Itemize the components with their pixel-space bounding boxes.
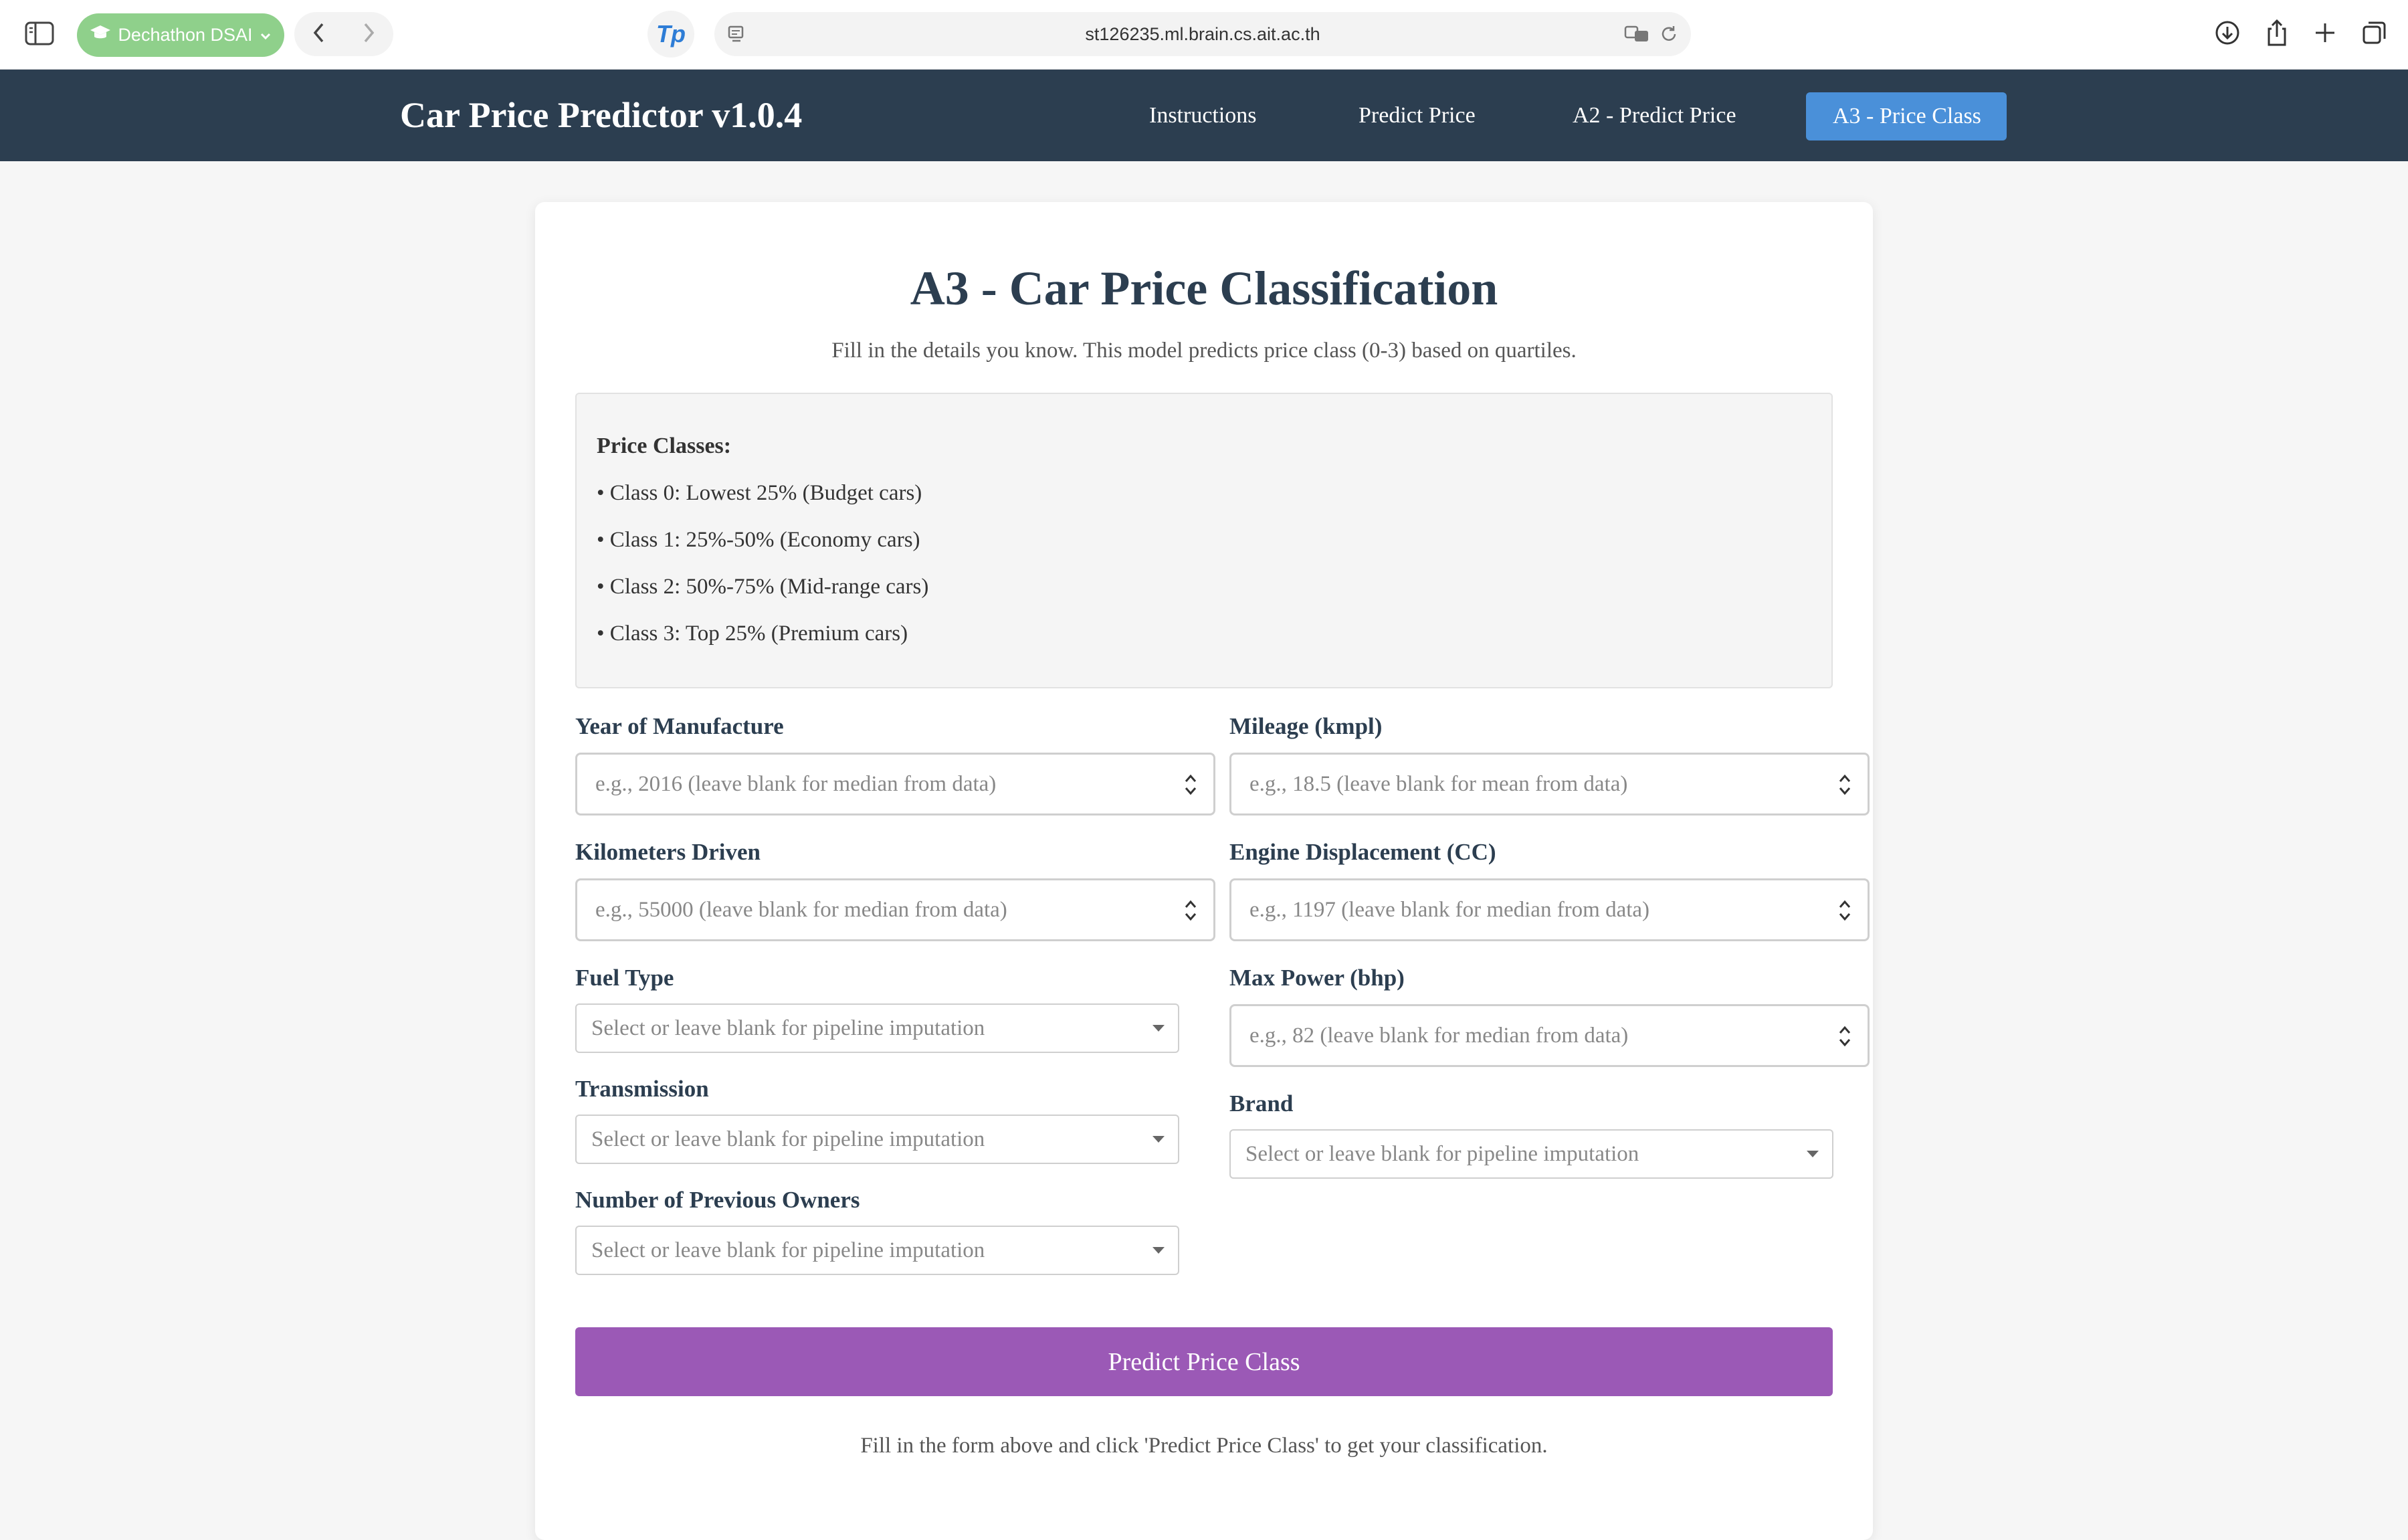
fuel-placeholder: Select or leave blank for pipeline imput… bbox=[591, 1016, 985, 1040]
km-input[interactable]: e.g., 55000 (leave blank for median from… bbox=[575, 878, 1215, 941]
power-label: Max Power (bhp) bbox=[1229, 965, 1405, 991]
km-label: Kilometers Driven bbox=[575, 839, 761, 865]
graduation-cap-icon bbox=[90, 24, 111, 46]
page-subtitle: Fill in the details you know. This model… bbox=[831, 339, 1577, 363]
engine-input[interactable]: e.g., 1197 (leave blank for median from … bbox=[1229, 878, 1870, 941]
stepper-icon[interactable] bbox=[1837, 1024, 1853, 1049]
dropdown-caret-icon bbox=[1807, 1151, 1819, 1157]
brand-select[interactable]: Select or leave blank for pipeline imput… bbox=[1229, 1129, 1833, 1179]
stepper-icon[interactable] bbox=[1183, 898, 1199, 923]
mileage-label: Mileage (kmpl) bbox=[1229, 713, 1383, 739]
reload-icon[interactable] bbox=[1659, 24, 1679, 47]
price-class-item: • Class 2: 50%-75% (Mid-range cars) bbox=[597, 575, 929, 599]
result-hint: Fill in the form above and click 'Predic… bbox=[860, 1434, 1548, 1458]
forward-arrow-icon[interactable] bbox=[361, 21, 377, 47]
fuel-select[interactable]: Select or leave blank for pipeline imput… bbox=[575, 1003, 1179, 1053]
back-arrow-icon[interactable] bbox=[311, 21, 327, 47]
download-icon[interactable] bbox=[2214, 19, 2241, 50]
price-class-item: • Class 1: 25%-50% (Economy cars) bbox=[597, 528, 920, 552]
owners-placeholder: Select or leave blank for pipeline imput… bbox=[591, 1238, 985, 1262]
engine-placeholder: e.g., 1197 (leave blank for median from … bbox=[1249, 898, 1650, 922]
transmission-placeholder: Select or leave blank for pipeline imput… bbox=[591, 1127, 985, 1151]
address-bar[interactable]: st126235.ml.brain.cs.ait.ac.th bbox=[714, 12, 1691, 56]
stepper-icon[interactable] bbox=[1183, 772, 1199, 797]
profile-button[interactable]: Dechathon DSAI bbox=[77, 13, 284, 57]
dropdown-caret-icon bbox=[1152, 1025, 1165, 1032]
tab-overview-icon[interactable] bbox=[2361, 19, 2388, 50]
brand-label: Brand bbox=[1229, 1090, 1294, 1117]
nav-a3-price-class[interactable]: A3 - Price Class bbox=[1806, 92, 2007, 140]
mileage-placeholder: e.g., 18.5 (leave blank for mean from da… bbox=[1249, 772, 1628, 796]
nav-a2-predict-price[interactable]: A2 - Predict Price bbox=[1573, 70, 1736, 161]
translate-icon[interactable] bbox=[1624, 24, 1651, 47]
history-nav bbox=[294, 12, 393, 56]
dropdown-caret-icon bbox=[1152, 1136, 1165, 1143]
predict-price-class-button[interactable]: Predict Price Class bbox=[575, 1327, 1833, 1396]
fuel-label: Fuel Type bbox=[575, 965, 674, 991]
km-placeholder: e.g., 55000 (leave blank for median from… bbox=[595, 898, 1007, 922]
stepper-icon[interactable] bbox=[1837, 772, 1853, 797]
owners-select[interactable]: Select or leave blank for pipeline imput… bbox=[575, 1226, 1179, 1275]
app-navbar: Car Price Predictor v1.0.4 Instructions … bbox=[0, 70, 2408, 161]
transmission-label: Transmission bbox=[575, 1076, 709, 1102]
page-title: A3 - Car Price Classification bbox=[910, 262, 1498, 315]
year-input[interactable]: e.g., 2016 (leave blank for median from … bbox=[575, 753, 1215, 815]
new-tab-icon[interactable] bbox=[2313, 21, 2337, 48]
stepper-icon[interactable] bbox=[1837, 898, 1853, 923]
year-placeholder: e.g., 2016 (leave blank for median from … bbox=[595, 772, 997, 796]
browser-toolbar: Dechathon DSAI Tp st126235.ml.brain.cs.a… bbox=[0, 0, 2408, 70]
nav-instructions[interactable]: Instructions bbox=[1149, 70, 1257, 161]
share-icon[interactable] bbox=[2265, 18, 2289, 51]
price-classes-heading: Price Classes: bbox=[597, 434, 732, 458]
dropdown-caret-icon bbox=[1152, 1247, 1165, 1254]
extension-icon[interactable]: Tp bbox=[647, 11, 694, 58]
engine-label: Engine Displacement (CC) bbox=[1229, 839, 1496, 865]
price-class-item: • Class 3: Top 25% (Premium cars) bbox=[597, 621, 908, 646]
power-placeholder: e.g., 82 (leave blank for median from da… bbox=[1249, 1024, 1629, 1048]
toolbar-actions bbox=[2214, 17, 2388, 51]
mileage-input[interactable]: e.g., 18.5 (leave blank for mean from da… bbox=[1229, 753, 1870, 815]
owners-label: Number of Previous Owners bbox=[575, 1187, 860, 1213]
power-input[interactable]: e.g., 82 (leave blank for median from da… bbox=[1229, 1004, 1870, 1067]
brand-placeholder: Select or leave blank for pipeline imput… bbox=[1245, 1142, 1639, 1166]
app-brand[interactable]: Car Price Predictor v1.0.4 bbox=[400, 70, 802, 161]
transmission-select[interactable]: Select or leave blank for pipeline imput… bbox=[575, 1115, 1179, 1164]
price-class-item: • Class 0: Lowest 25% (Budget cars) bbox=[597, 481, 922, 505]
year-label: Year of Manufacture bbox=[575, 713, 784, 739]
chevron-down-icon bbox=[260, 25, 272, 45]
nav-predict-price[interactable]: Predict Price bbox=[1359, 70, 1476, 161]
sidebar-toggle-icon[interactable] bbox=[24, 20, 56, 47]
url-text: st126235.ml.brain.cs.ait.ac.th bbox=[1085, 24, 1320, 44]
profile-label: Dechathon DSAI bbox=[118, 25, 253, 45]
